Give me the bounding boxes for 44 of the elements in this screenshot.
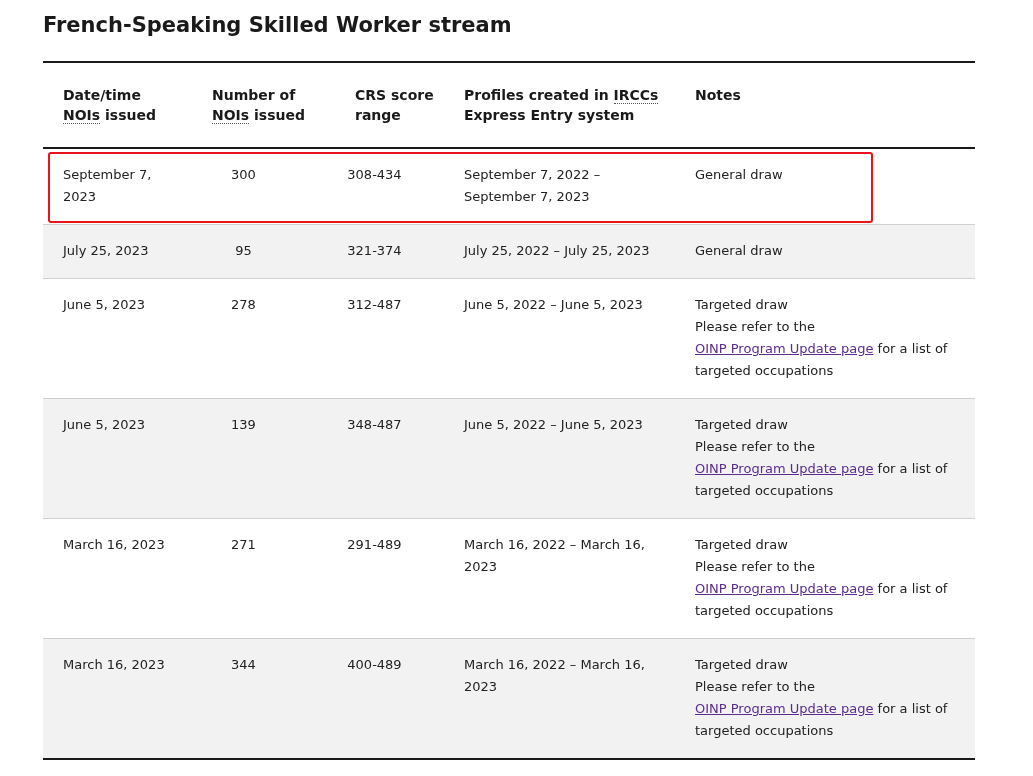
date-cell: July 25, 2023 [43,224,192,279]
note-text: Please refer to the OINP Program Update page for a list of targeted occupations [695,318,949,380]
date-cell: March 16, 2023 [43,518,192,639]
note-title: Targeted draw [695,296,789,314]
count-cell: 300 [192,148,335,225]
profiles-cell: June 5, 2022 – June 5, 2023 [444,398,675,519]
note-text: Please refer to the OINP Program Update page for a list of targeted occupations [695,558,949,620]
program-update-link[interactable]: OINP Program Update page [695,461,874,476]
score-range-cell: 312-487 [335,278,444,399]
note-text: Please refer to the OINP Program Update page for a list of targeted occupations [695,438,949,500]
program-update-link[interactable]: OINP Program Update page [695,581,874,596]
note-title: Targeted draw [695,536,789,554]
profiles-cell: September 7, 2022 – September 7, 2023 [444,148,675,225]
column-header: Number of NOIs issued [192,62,335,148]
score-range-cell: 348-487 [335,398,444,519]
date-cell: September 7, 2023 [43,148,192,225]
count-cell: 344 [192,638,335,759]
note-title: General draw [695,242,784,260]
count-cell: 139 [192,398,335,519]
date-cell: March 16, 2023 [43,638,192,759]
profiles-cell: March 16, 2022 – March 16, 2023 [444,518,675,639]
count-cell: 278 [192,278,335,399]
score-range-cell: 291-489 [335,518,444,639]
profiles-cell: July 25, 2022 – July 25, 2023 [444,224,675,279]
profiles-cell: June 5, 2022 – June 5, 2023 [444,278,675,399]
score-range-cell: 321-374 [335,224,444,279]
date-cell: June 5, 2023 [43,278,192,399]
note-title: Targeted draw [695,656,789,674]
count-cell: 271 [192,518,335,639]
score-range-cell: 308-434 [335,148,444,225]
note-title: General draw [695,166,784,184]
program-update-link[interactable]: OINP Program Update page [695,341,874,356]
count-cell: 95 [192,224,335,279]
note-text: Please refer to the OINP Program Update page for a list of targeted occupations [695,678,949,740]
column-header: Notes [675,62,975,148]
score-range-cell: 400-489 [335,638,444,759]
date-cell: June 5, 2023 [43,398,192,519]
section-heading: French-Speaking Skilled Worker stream [43,12,513,39]
note-title: Targeted draw [695,416,789,434]
column-header: CRS score range [335,62,444,148]
program-update-link[interactable]: OINP Program Update page [695,701,874,716]
profiles-cell: March 16, 2022 – March 16, 2023 [444,638,675,759]
column-header: Date/time NOIs issued [43,62,192,148]
column-header: Profiles created in IRCCs Express Entry system [444,62,675,148]
